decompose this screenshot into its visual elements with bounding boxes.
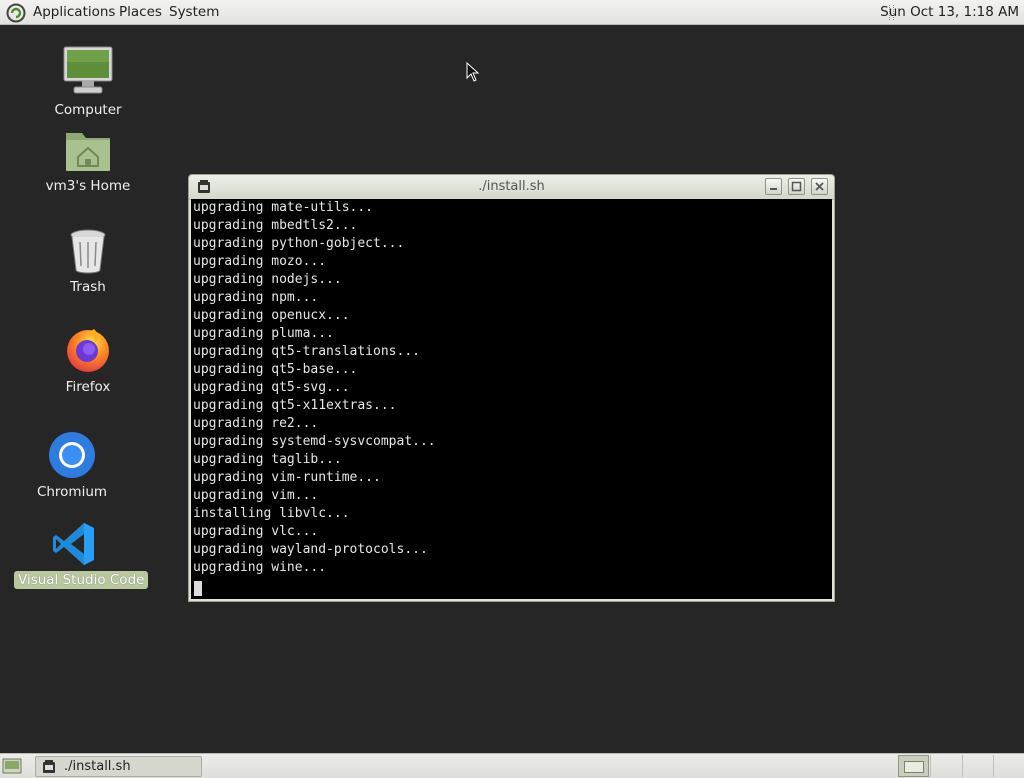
firefox-icon bbox=[67, 329, 109, 372]
taskbar-item-install[interactable]: ./install.sh bbox=[35, 756, 202, 777]
desktop-icon-chromium[interactable]: Chromium bbox=[22, 431, 122, 501]
terminal-window[interactable]: ./install.sh upgrading mate-utils... upg… bbox=[188, 174, 835, 602]
desktop-icon-trash[interactable]: Trash bbox=[38, 228, 138, 296]
terminal-icon bbox=[43, 760, 55, 773]
terminal-line: upgrading python-gobject... bbox=[193, 236, 405, 251]
desktop-icon-label: Chromium bbox=[36, 484, 108, 500]
maximize-icon bbox=[791, 181, 802, 192]
terminal-line: upgrading qt5-translations... bbox=[193, 344, 420, 359]
terminal-cursor bbox=[194, 581, 202, 596]
desktop-icon-label: vm3's Home bbox=[45, 178, 131, 194]
chromium-icon bbox=[49, 432, 95, 478]
computer-icon bbox=[63, 46, 113, 94]
minimize-button[interactable] bbox=[765, 178, 782, 195]
terminal-line: upgrading pluma... bbox=[193, 326, 334, 341]
workspace-4[interactable] bbox=[993, 755, 1024, 777]
desktop-icon-label: Trash bbox=[70, 279, 106, 295]
workspace-window-preview bbox=[904, 761, 924, 773]
desktop-icon-firefox[interactable]: Firefox bbox=[38, 326, 138, 396]
terminal-line: upgrading vlc... bbox=[193, 524, 319, 539]
terminal-line: upgrading wayland-protocols... bbox=[193, 542, 428, 557]
terminal-line: upgrading openucx... bbox=[193, 308, 350, 323]
close-icon bbox=[815, 182, 824, 191]
mouse-pointer-icon bbox=[466, 62, 480, 82]
desktop-icon-label: Computer bbox=[54, 102, 122, 118]
terminal-lines: upgrading mate-utils... upgrading mbedtl… bbox=[193, 199, 436, 577]
workspace-3[interactable] bbox=[962, 755, 993, 777]
places-menu[interactable]: Places bbox=[119, 0, 162, 25]
window-title: ./install.sh bbox=[478, 179, 545, 194]
top-panel: Applications Places System Sun Oct 13, 1… bbox=[0, 0, 1024, 25]
applications-menu[interactable]: Applications bbox=[33, 0, 115, 25]
terminal-output[interactable]: upgrading mate-utils... upgrading mbedtl… bbox=[191, 199, 832, 599]
terminal-line: upgrading qt5-svg... bbox=[193, 380, 350, 395]
vscode-icon bbox=[53, 523, 94, 565]
terminal-line: upgrading vim... bbox=[193, 488, 319, 503]
show-desktop-icon[interactable] bbox=[2, 757, 22, 775]
terminal-line: upgrading systemd-sysvcompat... bbox=[193, 434, 436, 449]
workspace-1[interactable] bbox=[898, 755, 929, 777]
close-button[interactable] bbox=[811, 178, 828, 195]
trash-icon bbox=[70, 229, 106, 274]
terminal-line: upgrading mbedtls2... bbox=[193, 218, 358, 233]
terminal-line: upgrading taglib... bbox=[193, 452, 342, 467]
system-menu[interactable]: System bbox=[169, 0, 219, 25]
terminal-line: upgrading mozo... bbox=[193, 254, 327, 269]
minimize-icon bbox=[770, 188, 777, 190]
desktop-icon-label: Firefox bbox=[65, 379, 111, 395]
desktop-icon-computer[interactable]: Computer bbox=[38, 45, 138, 119]
terminal-line: upgrading re2... bbox=[193, 416, 319, 431]
window-titlebar[interactable]: ./install.sh bbox=[189, 175, 834, 200]
terminal-line: upgrading mate-utils... bbox=[193, 200, 374, 215]
terminal-line: upgrading npm... bbox=[193, 290, 319, 305]
terminal-line: upgrading qt5-x11extras... bbox=[193, 398, 397, 413]
desktop-icon-vscode[interactable]: Visual Studio Code bbox=[14, 521, 149, 589]
workspace-2[interactable] bbox=[930, 755, 961, 777]
mate-logo-icon[interactable] bbox=[6, 3, 26, 23]
terminal-line: installing libvlc... bbox=[193, 506, 350, 521]
maximize-button[interactable] bbox=[788, 178, 805, 195]
taskbar-item-label: ./install.sh bbox=[64, 759, 131, 774]
bottom-panel: ./install.sh bbox=[0, 753, 1024, 778]
clock[interactable]: Sun Oct 13, 1:18 AM bbox=[880, 0, 1019, 25]
desktop-icon-label: Visual Studio Code bbox=[14, 571, 149, 589]
terminal-line: upgrading qt5-base... bbox=[193, 362, 358, 377]
terminal-line: upgrading nodejs... bbox=[193, 272, 342, 287]
home-folder-icon bbox=[66, 133, 110, 171]
terminal-line: upgrading vim-runtime... bbox=[193, 470, 381, 485]
terminal-line: upgrading wine... bbox=[193, 560, 327, 575]
desktop-icon-home[interactable]: vm3's Home bbox=[38, 127, 138, 195]
